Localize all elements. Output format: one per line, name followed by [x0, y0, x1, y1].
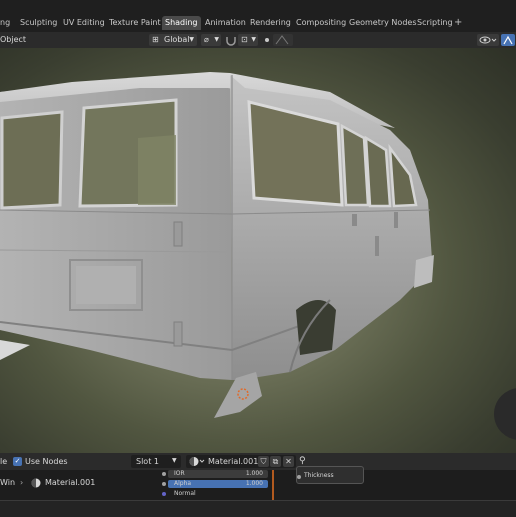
- orientation-label: Global: [164, 35, 190, 44]
- chevron-right-icon: ›: [20, 478, 24, 487]
- normal-socket-row: Normal: [162, 490, 268, 498]
- tab-uv-editing[interactable]: UV Editing: [60, 16, 108, 30]
- tab-modeling[interactable]: ng: [0, 16, 13, 30]
- eye-icon: [479, 36, 497, 44]
- socket[interactable]: [297, 475, 301, 479]
- tab-compositing[interactable]: Compositing: [293, 16, 349, 30]
- proportional-edit-toggle[interactable]: [260, 34, 274, 46]
- snap-target-dropdown[interactable]: ⊡ ▼: [238, 34, 258, 46]
- socket[interactable]: [162, 482, 166, 486]
- tab-sculpting[interactable]: Sculpting: [17, 16, 60, 30]
- thickness-label: Thickness: [304, 472, 334, 479]
- pin-icon[interactable]: ⚲: [299, 456, 306, 466]
- slot-dropdown[interactable]: Slot 1 ▼: [131, 455, 181, 468]
- material-sphere-icon: [31, 478, 41, 488]
- falloff-icon: [275, 35, 289, 45]
- ior-field[interactable]: IOR 1.000: [162, 470, 268, 478]
- material-sphere-icon: [189, 457, 205, 466]
- status-bar: [0, 500, 516, 517]
- alpha-field[interactable]: Alpha 1.000: [162, 480, 268, 488]
- use-nodes-label: Use Nodes: [25, 457, 68, 466]
- visibility-dropdown[interactable]: [477, 34, 499, 46]
- node-editor-header: le ✓ Use Nodes Slot 1 ▼ Material.001 ⛉ ⧉…: [0, 453, 516, 470]
- magnet-icon: [226, 37, 236, 46]
- duplicate-icon[interactable]: ⧉: [270, 456, 281, 467]
- use-nodes-checkbox[interactable]: ✓: [13, 457, 22, 466]
- chevron-down-icon: ▼: [251, 36, 256, 43]
- tab-shading[interactable]: Shading: [162, 16, 201, 30]
- tab-rendering[interactable]: Rendering: [247, 16, 294, 30]
- proportional-edit-icon: [265, 38, 269, 42]
- material-name: Material.001: [208, 457, 259, 466]
- header-left-fragment: le: [0, 457, 8, 466]
- snap-toggle[interactable]: [224, 34, 238, 46]
- van-model: [0, 72, 516, 440]
- normal-label: Normal: [174, 490, 196, 497]
- chevron-down-icon: ▼: [214, 36, 219, 43]
- tab-scripting[interactable]: Scripting: [414, 16, 456, 30]
- falloff-dropdown[interactable]: [273, 34, 293, 46]
- shield-icon[interactable]: ⛉: [258, 456, 269, 467]
- tab-animation[interactable]: Animation: [202, 16, 249, 30]
- add-workspace-button[interactable]: +: [454, 16, 462, 30]
- 3d-viewport[interactable]: [0, 48, 516, 453]
- alpha-value: 1.000: [245, 480, 263, 487]
- gizmo-toggle[interactable]: [501, 34, 515, 46]
- snap-icon: ⊡: [241, 35, 248, 44]
- gizmo-icon: [503, 35, 513, 45]
- close-icon[interactable]: ✕: [283, 456, 294, 467]
- tab-geometry-nodes[interactable]: Geometry Nodes: [346, 16, 419, 30]
- pivot-icon: ⌀: [204, 35, 209, 44]
- alpha-label: Alpha: [174, 480, 192, 487]
- ior-value: 1.000: [245, 470, 263, 477]
- orientation-icon: ⊞: [152, 35, 159, 44]
- thickness-node[interactable]: Thickness: [296, 466, 364, 484]
- socket[interactable]: [162, 492, 166, 496]
- transform-orientation-dropdown[interactable]: ⊞ Global ▼: [149, 34, 197, 46]
- slot-label: Slot 1: [136, 457, 159, 466]
- tab-texture-paint[interactable]: Texture Paint: [106, 16, 164, 30]
- node-wire: [272, 470, 274, 500]
- object-menu[interactable]: Object: [0, 35, 26, 44]
- viewport-header: Object ⊞ Global ▼ ⌀ ▼ ⊡ ▼: [0, 32, 516, 48]
- object-fragment: Win: [0, 478, 16, 487]
- pivot-point-dropdown[interactable]: ⌀ ▼: [201, 34, 221, 46]
- material-breadcrumb: Material.001: [45, 478, 96, 487]
- node-editor-area[interactable]: Win › Material.001 IOR 1.000 Alpha 1.000…: [0, 466, 516, 500]
- chevron-down-icon: ▼: [172, 457, 177, 464]
- workspace-tabs-bar: ng Sculpting UV Editing Texture Paint Sh…: [0, 0, 516, 32]
- chevron-down-icon: ▼: [189, 36, 194, 43]
- socket[interactable]: [162, 472, 166, 476]
- ior-label: IOR: [174, 470, 185, 477]
